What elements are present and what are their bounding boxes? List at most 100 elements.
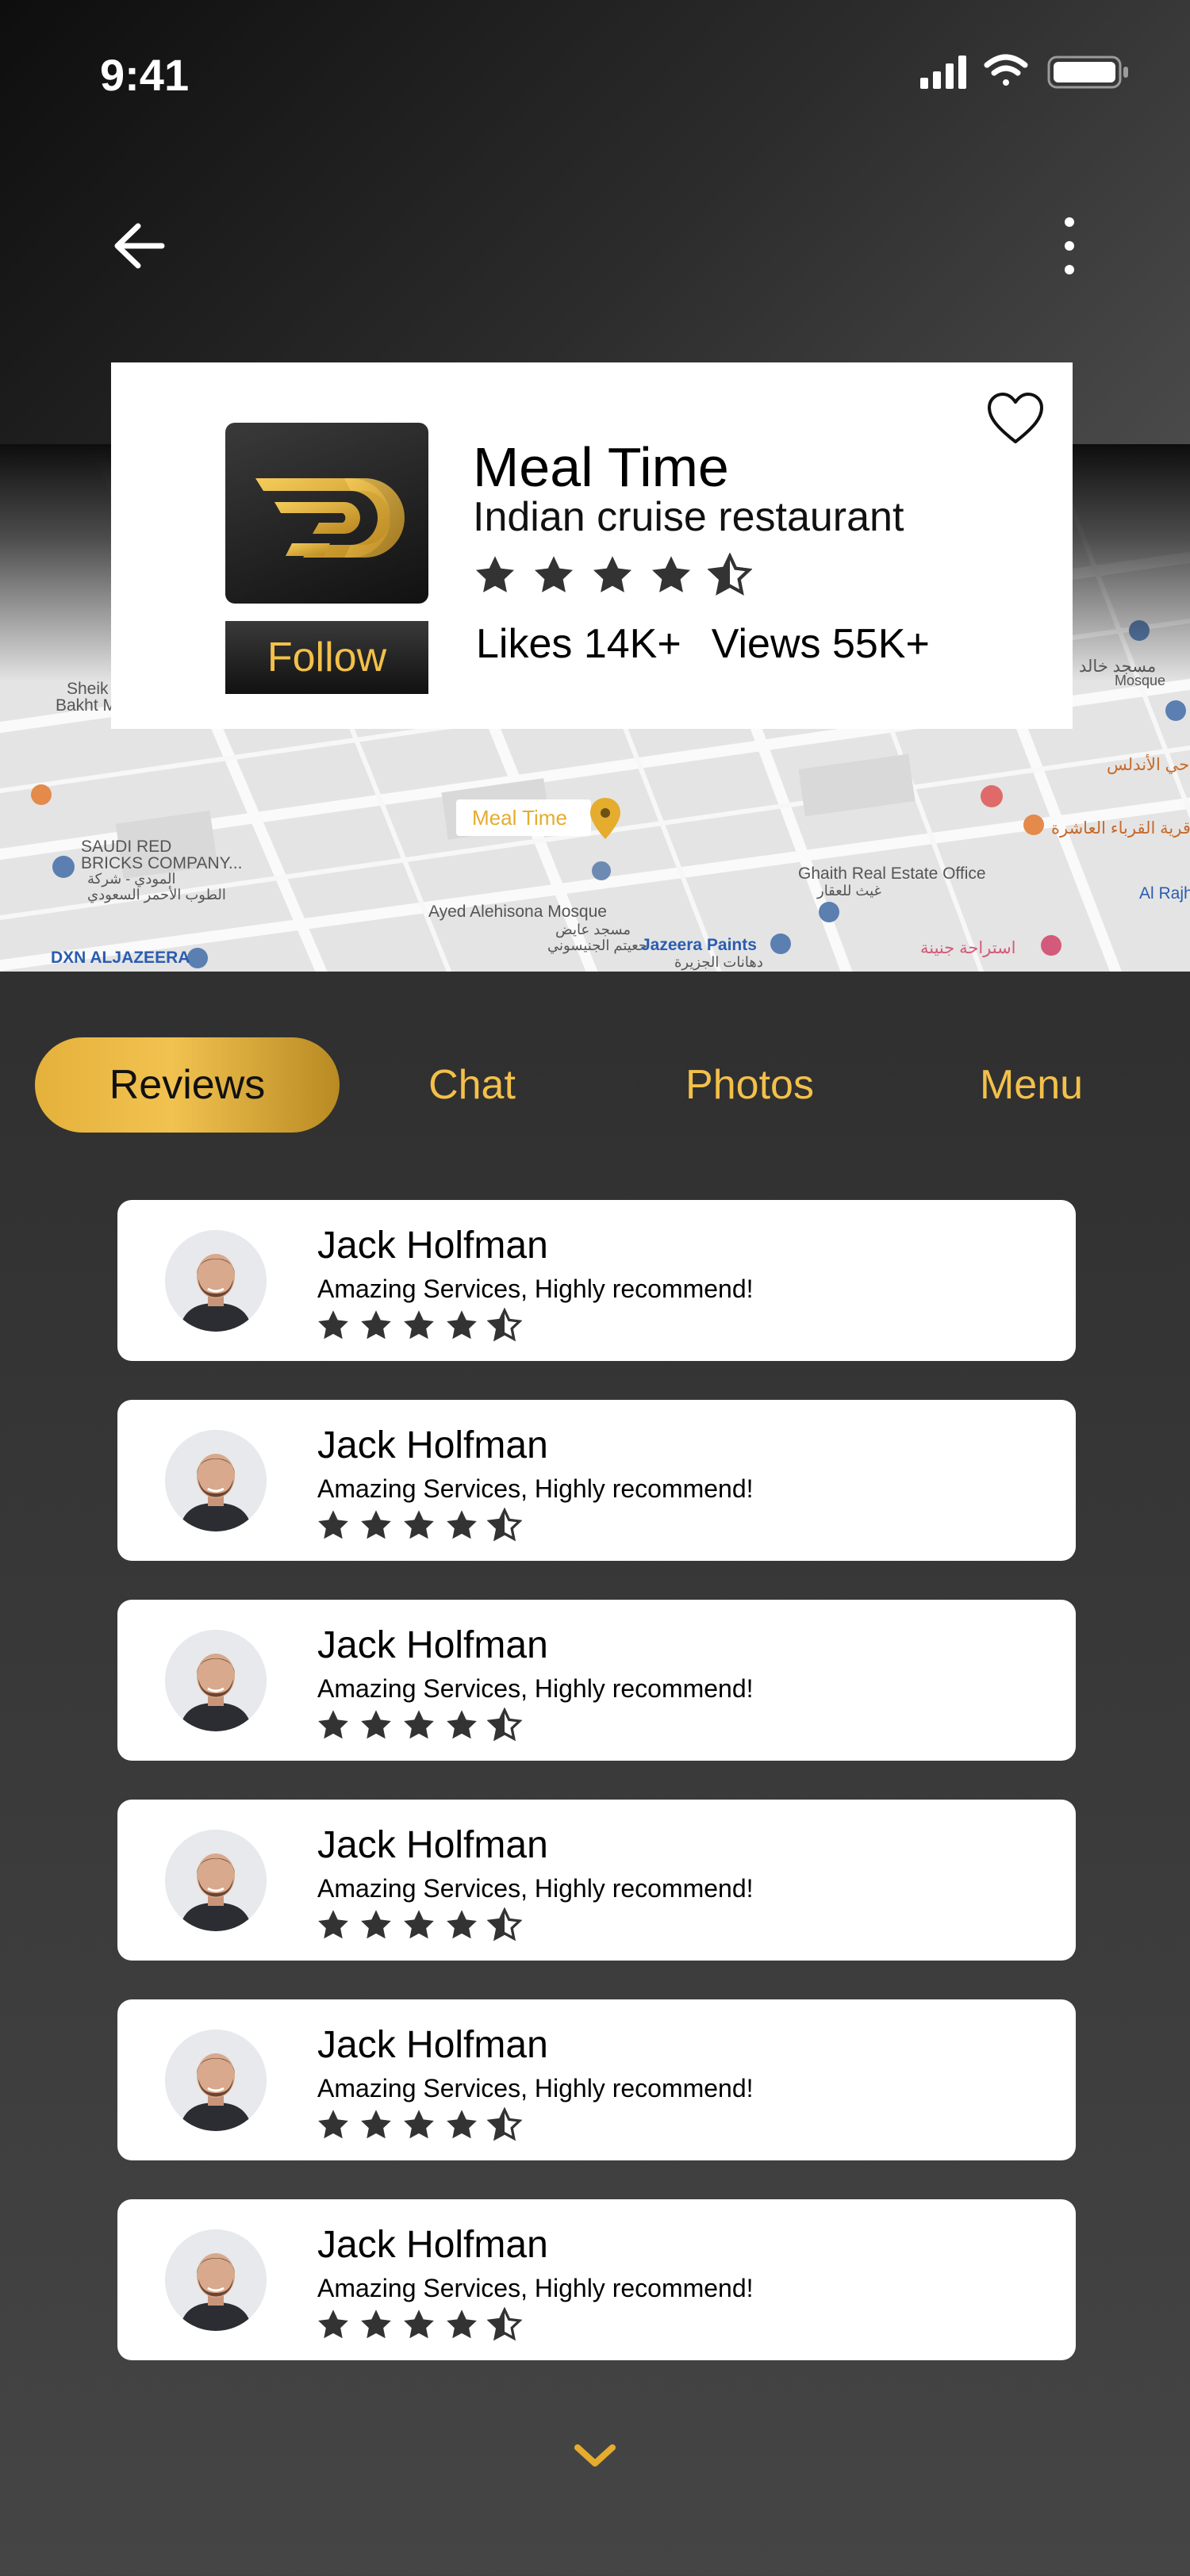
tab-photos[interactable]: Photos: [651, 1037, 849, 1133]
star-half-icon: [488, 2308, 521, 2340]
tab-chat[interactable]: Chat: [381, 1037, 563, 1133]
restaurant-rating: [475, 553, 758, 597]
map-label: الطوب الأحمر السعودي: [87, 887, 226, 903]
reviewer-name: Jack Holfman: [317, 1624, 548, 1666]
likes-count: Likes 14K+: [476, 621, 681, 667]
review-card[interactable]: Jack Holfman Amazing Services, Highly rec…: [117, 2199, 1076, 2360]
star-icon: [404, 1510, 434, 1539]
star-icon: [404, 1310, 434, 1340]
restaurant-logo: [225, 423, 428, 604]
review-text: Amazing Services, Highly recommend!: [317, 2074, 754, 2103]
wifi-icon: [984, 54, 1028, 86]
map-label: Ayed Alehisona Mosque: [428, 903, 607, 921]
star-icon: [447, 1510, 477, 1539]
star-icon: [404, 1910, 434, 1939]
star-icon: [361, 1510, 391, 1539]
review-card[interactable]: Jack Holfman Amazing Services, Highly rec…: [117, 1999, 1076, 2160]
map-label: Ghaith Real Estate Office: [798, 864, 986, 883]
avatar[interactable]: [165, 1430, 267, 1531]
more-vertical-icon[interactable]: [1047, 214, 1092, 278]
review-card[interactable]: Jack Holfman Amazing Services, Highly rec…: [117, 1600, 1076, 1761]
map-label: DXN ALJAZEERA: [51, 949, 190, 967]
review-rating: [318, 2308, 521, 2340]
review-text: Amazing Services, Highly recommend!: [317, 2274, 754, 2302]
map-label: غيث للعقار: [817, 883, 881, 899]
reviewer-name: Jack Holfman: [317, 2224, 548, 2266]
map-label: Mosque: [1115, 673, 1166, 688]
review-rating: [318, 1309, 521, 1340]
avatar[interactable]: [165, 1630, 267, 1731]
map-label: حعيتم الجنيسوني: [547, 937, 647, 953]
avatar[interactable]: [165, 1830, 267, 1931]
map-label: Bakht M: [56, 696, 117, 715]
star-icon: [361, 2310, 391, 2339]
star-icon: [361, 2110, 391, 2139]
star-half-icon: [488, 1309, 521, 1340]
star-icon: [447, 2110, 477, 2139]
star-icon: [318, 1510, 348, 1539]
star-half-icon: [488, 2108, 521, 2140]
review-rating: [318, 1908, 521, 1940]
star-half-icon: [488, 1908, 521, 1940]
map-label: قرية القرباء العاشرة: [1051, 819, 1190, 838]
review-rating: [318, 1708, 521, 1740]
review-card[interactable]: Jack Holfman Amazing Services, Highly rec…: [117, 1400, 1076, 1561]
review-rating: [318, 2108, 521, 2140]
review-text: Amazing Services, Highly recommend!: [317, 1275, 754, 1303]
reviewer-name: Jack Holfman: [317, 1225, 548, 1267]
tab-menu[interactable]: Menu: [944, 1037, 1119, 1133]
map-label: دهانات الجزيرة: [674, 954, 763, 970]
star-icon: [447, 1710, 477, 1739]
map-label: Jazeera Paints: [641, 936, 757, 954]
star-half-icon: [488, 1708, 521, 1740]
avatar[interactable]: [165, 2229, 267, 2331]
star-half-icon: [488, 1508, 521, 1540]
avatar[interactable]: [165, 1230, 267, 1332]
chevron-down-icon[interactable]: [571, 2440, 619, 2471]
reviewer-name: Jack Holfman: [317, 2024, 548, 2066]
review-card[interactable]: Jack Holfman Amazing Services, Highly rec…: [117, 1800, 1076, 1961]
star-icon: [447, 1910, 477, 1939]
review-text: Amazing Services, Highly recommend!: [317, 1674, 754, 1703]
star-icon: [318, 2110, 348, 2139]
follow-button[interactable]: Follow: [225, 621, 428, 694]
reviewer-name: Jack Holfman: [317, 1424, 548, 1466]
star-icon: [318, 1310, 348, 1340]
map-label: استراحة جنينة: [920, 939, 1016, 957]
review-rating: [318, 1508, 521, 1540]
restaurant-stats: Likes 14K+ Views 55K+: [476, 620, 930, 668]
star-icon: [593, 556, 632, 592]
map-pin-label[interactable]: Meal Time: [456, 799, 591, 836]
star-icon: [651, 556, 691, 592]
battery-icon: [1047, 56, 1128, 89]
map-label: مسجد عايض: [555, 922, 631, 937]
star-icon: [447, 1310, 477, 1340]
restaurant-name: Meal Time: [473, 436, 729, 498]
star-icon: [404, 2110, 434, 2139]
review-card[interactable]: Jack Holfman Amazing Services, Highly rec…: [117, 1200, 1076, 1361]
star-icon: [361, 1710, 391, 1739]
review-text: Amazing Services, Highly recommend!: [317, 1874, 754, 1903]
star-icon: [318, 2310, 348, 2339]
signal-icon: [920, 56, 966, 89]
tab-reviews[interactable]: Reviews: [35, 1037, 340, 1133]
reviewer-name: Jack Holfman: [317, 1824, 548, 1866]
star-icon: [318, 1710, 348, 1739]
heart-icon[interactable]: [986, 391, 1045, 447]
back-arrow-icon[interactable]: [111, 218, 167, 274]
map-label: المودي - شركة: [87, 871, 176, 887]
avatar[interactable]: [165, 2030, 267, 2131]
star-half-icon: [711, 556, 749, 592]
restaurant-subtitle: Indian cruise restaurant: [473, 494, 904, 540]
map-label: حي الأندلس: [1107, 756, 1190, 774]
status-time: 9:41: [100, 50, 190, 100]
star-icon: [318, 1910, 348, 1939]
status-icons: [920, 54, 1128, 89]
map-label: Al Rajh: [1139, 884, 1190, 903]
views-count: Views 55K+: [711, 621, 930, 667]
star-icon: [361, 1310, 391, 1340]
restaurant-card: Follow Meal Time Indian cruise restauran…: [111, 362, 1073, 729]
star-icon: [404, 1710, 434, 1739]
map-pin-icon[interactable]: [587, 796, 624, 841]
star-icon: [361, 1910, 391, 1939]
